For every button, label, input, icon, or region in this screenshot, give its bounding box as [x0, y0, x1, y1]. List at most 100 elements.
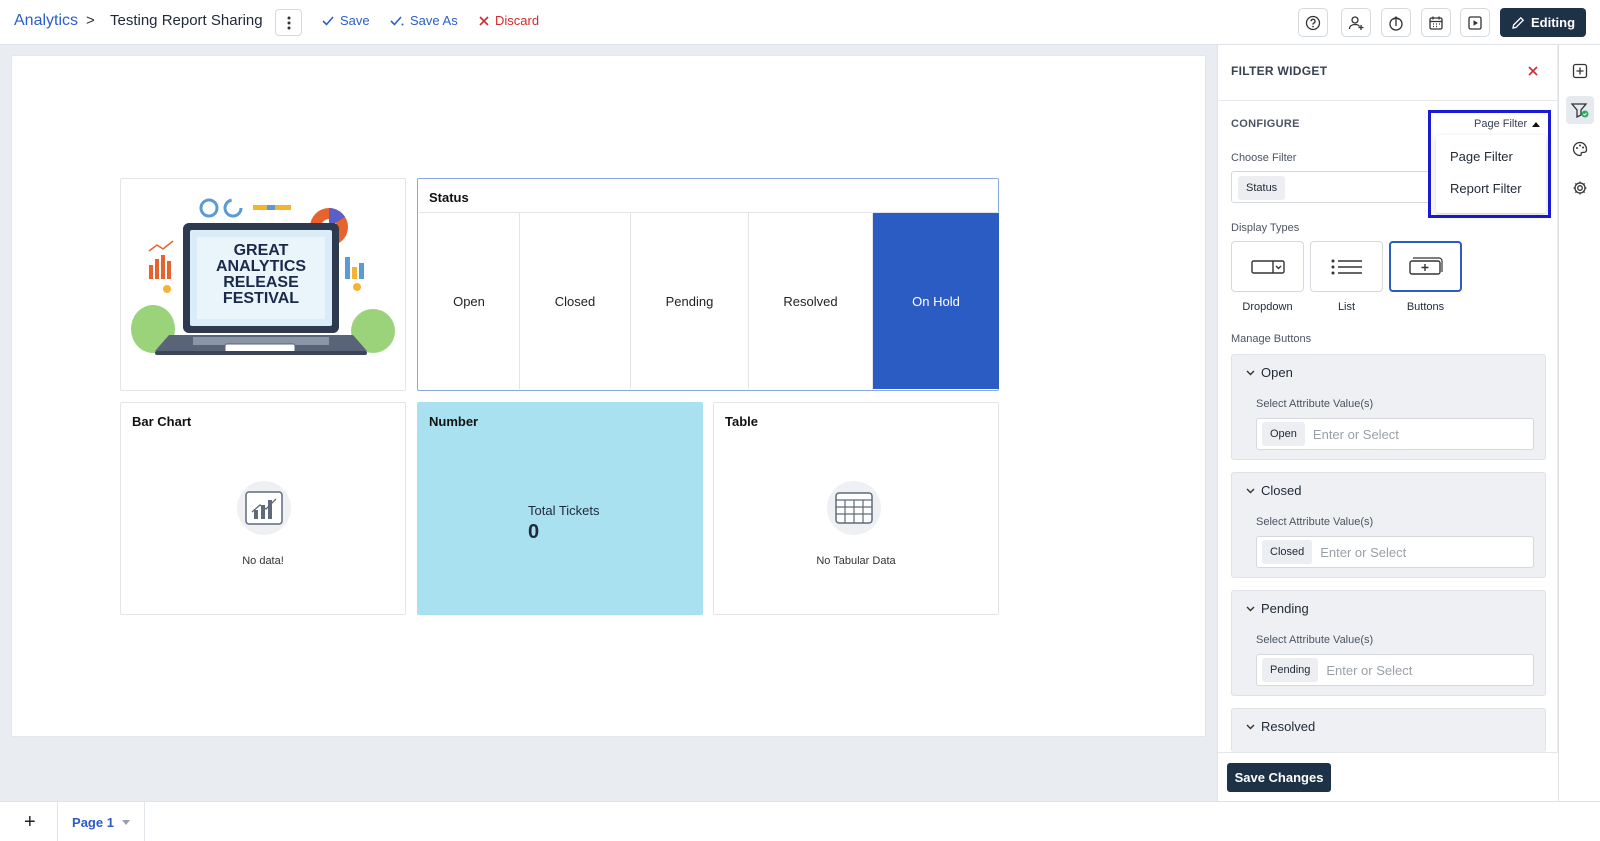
pencil-icon: [1512, 16, 1525, 29]
display-type-buttons-label: Buttons: [1406, 301, 1445, 313]
add-widget-icon: [1572, 63, 1588, 79]
image-widget[interactable]: GREAT ANALYTICS RELEASE FESTIVAL: [120, 178, 406, 391]
chevron-down-icon: [1246, 370, 1255, 375]
manage-button-open-sub: Select Attribute Value(s): [1256, 398, 1374, 410]
add-widget-button[interactable]: [1566, 57, 1594, 85]
filter-icon: [1571, 103, 1589, 118]
table-widget-title: Table: [725, 414, 758, 429]
status-widget-title: Status: [429, 190, 469, 205]
caret-down-icon[interactable]: [121, 819, 130, 825]
total-tickets-value: 0: [528, 521, 540, 543]
page-tabs-bar: + Page 1: [0, 801, 1600, 841]
buttons-type-icon: [1408, 256, 1443, 275]
more-options-button[interactable]: [275, 9, 302, 36]
filter-rail-button[interactable]: [1566, 96, 1594, 124]
status-button-open[interactable]: Open: [419, 213, 520, 389]
help-button[interactable]: [1298, 8, 1328, 37]
save-as-label: Save As: [410, 13, 458, 28]
illustration-line-3: RELEASE: [223, 274, 299, 291]
status-button-on-hold[interactable]: On Hold: [873, 213, 999, 389]
table-empty-icon: [827, 481, 881, 535]
report-canvas: GREAT ANALYTICS RELEASE FESTIVAL Status …: [11, 55, 1206, 737]
table-empty-text: No Tabular Data: [816, 555, 896, 567]
panel-title: FILTER WIDGET: [1231, 64, 1328, 78]
status-button-resolved[interactable]: Resolved: [749, 213, 873, 389]
save-button[interactable]: Save: [322, 13, 370, 28]
manage-button-closed-input[interactable]: Closed Enter or Select: [1256, 536, 1534, 568]
manage-button-pending-sub: Select Attribute Value(s): [1256, 634, 1374, 646]
top-bar: Analytics > Testing Report Sharing Save …: [0, 0, 1600, 45]
breadcrumb-separator: >: [86, 12, 95, 29]
manage-button-open: Open Select Attribute Value(s) Open Ente…: [1231, 354, 1546, 460]
help-icon: [1305, 15, 1321, 30]
filter-mode-menu: Page Filter Report Filter: [1436, 135, 1546, 213]
display-type-list-label: List: [1337, 301, 1356, 313]
schedule-button[interactable]: [1421, 8, 1451, 37]
manage-button-open-name: Open: [1261, 365, 1293, 380]
settings-button[interactable]: [1566, 174, 1594, 202]
chevron-down-icon: [1246, 488, 1255, 493]
illustration-line-2: ANALYTICS: [216, 258, 306, 275]
total-tickets-label: Total Tickets: [528, 503, 600, 518]
save-changes-button[interactable]: Save Changes: [1227, 763, 1331, 792]
number-widget[interactable]: Number Total Tickets 0: [417, 402, 703, 615]
manage-button-resolved-toggle[interactable]: Resolved: [1246, 719, 1315, 734]
panel-divider: [1218, 100, 1558, 101]
manage-button-pending-name: Pending: [1261, 601, 1309, 616]
manage-button-closed-name: Closed: [1261, 483, 1302, 498]
choose-filter-select[interactable]: Status: [1231, 171, 1431, 203]
discard-label: Discard: [495, 13, 540, 28]
manage-button-open-input[interactable]: Open Enter or Select: [1256, 418, 1534, 450]
settings-icon: [1573, 181, 1587, 195]
add-page-button[interactable]: +: [24, 811, 36, 834]
manage-button-closed-sub: Select Attribute Value(s): [1256, 516, 1374, 528]
manage-button-closed-chip[interactable]: Closed: [1262, 540, 1313, 564]
theme-button[interactable]: [1566, 135, 1594, 163]
menu-item-report-filter[interactable]: Report Filter: [1450, 181, 1522, 196]
share-button[interactable]: [1381, 8, 1411, 37]
manage-button-resolved: Resolved: [1231, 708, 1546, 752]
display-types-label: Display Types: [1231, 222, 1300, 234]
display-type-dropdown[interactable]: [1231, 241, 1304, 292]
bar-chart-title: Bar Chart: [132, 414, 192, 429]
close-panel-button[interactable]: [1528, 63, 1538, 81]
present-button[interactable]: [1460, 8, 1490, 37]
configure-label: CONFIGURE: [1231, 118, 1300, 130]
page-tab-1[interactable]: Page 1: [57, 802, 145, 841]
menu-item-page-filter[interactable]: Page Filter: [1450, 149, 1513, 164]
status-filter-widget[interactable]: Status Open Closed Pending Resolved On H…: [417, 178, 999, 391]
add-user-button[interactable]: [1341, 8, 1371, 37]
manage-button-open-toggle[interactable]: Open: [1246, 365, 1293, 380]
filter-widget-panel: FILTER WIDGET CONFIGURE Page Filter Choo…: [1217, 45, 1558, 801]
close-icon: [479, 15, 489, 26]
check-double-icon: [390, 15, 404, 26]
display-type-buttons[interactable]: [1389, 241, 1462, 292]
status-button-closed[interactable]: Closed: [520, 213, 631, 389]
editing-button[interactable]: Editing: [1500, 8, 1586, 37]
check-icon: [322, 15, 334, 26]
manage-button-pending-input[interactable]: Pending Enter or Select: [1256, 654, 1534, 686]
manage-button-pending-chip[interactable]: Pending: [1262, 658, 1319, 682]
bar-chart-widget[interactable]: Bar Chart No data!: [120, 402, 406, 615]
editing-label: Editing: [1530, 15, 1576, 30]
chevron-down-icon: [1246, 606, 1255, 611]
chevron-down-icon: [1246, 724, 1255, 729]
number-widget-title: Number: [429, 414, 479, 429]
table-widget[interactable]: Table No Tabular Data: [713, 402, 999, 615]
save-as-button[interactable]: Save As: [390, 13, 458, 28]
manage-button-closed-toggle[interactable]: Closed: [1246, 483, 1301, 498]
bar-chart-empty-icon: [237, 481, 291, 535]
display-type-list[interactable]: [1310, 241, 1383, 292]
breadcrumb-analytics[interactable]: Analytics: [14, 12, 78, 30]
manage-button-pending-toggle[interactable]: Pending: [1246, 601, 1309, 616]
discard-button[interactable]: Discard: [479, 13, 539, 28]
add-user-icon: [1348, 15, 1364, 30]
share-icon: [1389, 15, 1403, 31]
save-label: Save: [340, 13, 370, 28]
status-button-pending[interactable]: Pending: [631, 213, 749, 389]
right-tool-rail: [1558, 45, 1600, 801]
manage-buttons-label: Manage Buttons: [1231, 333, 1312, 345]
manage-button-open-chip[interactable]: Open: [1262, 422, 1305, 446]
manage-button-closed: Closed Select Attribute Value(s) Closed …: [1231, 472, 1546, 578]
report-title: Testing Report Sharing: [110, 12, 263, 29]
